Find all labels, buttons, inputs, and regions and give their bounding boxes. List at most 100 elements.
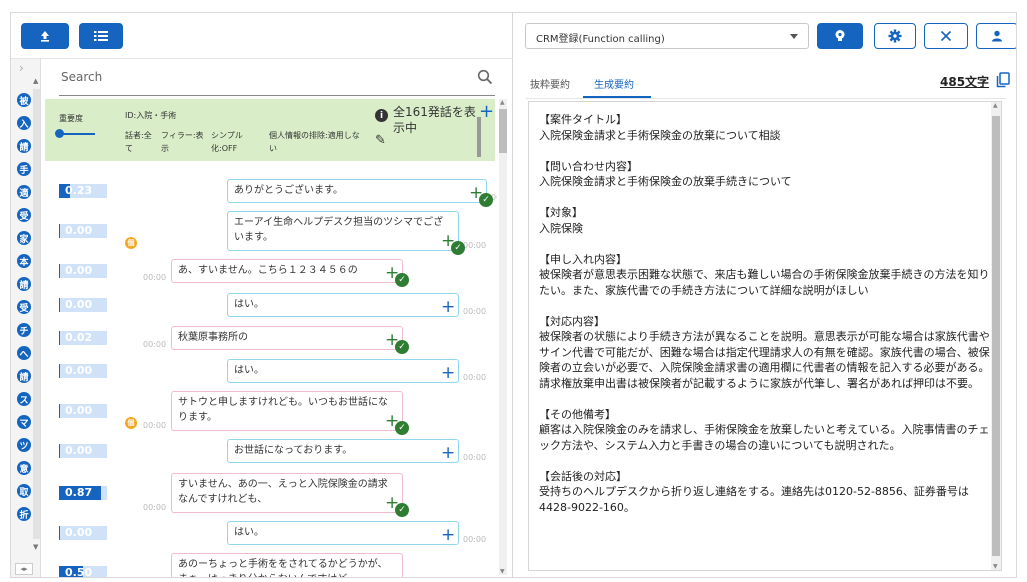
importance-slider-track[interactable] — [59, 133, 95, 135]
check-icon[interactable]: ✓ — [479, 193, 493, 207]
utterance-bubble[interactable]: お世話になっております。 — [227, 439, 459, 463]
user-icon — [992, 30, 1002, 42]
character-count: 485文字 — [940, 75, 990, 89]
rail-scroll-up-icon[interactable]: ▲ — [33, 77, 38, 85]
expand-chevron-icon[interactable]: › — [19, 61, 24, 75]
category-chip[interactable]: 意 — [17, 461, 31, 475]
summary-scrollbar[interactable]: ▲ ▼ — [991, 102, 1001, 570]
category-chip[interactable]: 請 — [17, 139, 31, 153]
utterance-bubble[interactable]: すいません、あの一、えっと入院保険金の請求なんですけれども、 — [171, 473, 403, 513]
utterance-bubble[interactable]: 秋葉原事務所の — [171, 326, 403, 350]
add-to-summary-icon[interactable]: + — [441, 299, 455, 316]
tab-generated-summary[interactable]: 生成要約 — [594, 76, 634, 91]
utterance-bubble[interactable]: あのーちょっと手術ををされてるかどうかが、まぁ、はっきり分からないんですけど。 — [171, 553, 403, 577]
importance-value: 0.00 — [65, 264, 93, 277]
utterance-bubble[interactable]: はい。 — [227, 359, 459, 383]
utterance-bubble[interactable]: サトウと申しますけれども。いつもお世話になります。 — [171, 391, 403, 431]
list-view-button[interactable] — [79, 23, 123, 49]
category-rail: › 被入請手適受家本請受チへ請スマツ意取折 ▲ ▼ ◂▸ — [11, 59, 41, 577]
category-chip[interactable]: 家 — [17, 231, 31, 245]
rail-horizontal-scroll[interactable]: ◂▸ — [15, 563, 33, 575]
category-chip[interactable]: 手 — [17, 162, 31, 176]
rail-scroll-down-icon[interactable]: ▼ — [33, 543, 38, 551]
utterance-row[interactable]: 0.00 はい。 00:00 + — [41, 293, 497, 317]
importance-score: 0.00 — [59, 444, 107, 458]
importance-slider-handle[interactable] — [55, 129, 64, 138]
check-icon[interactable]: ✓ — [451, 241, 465, 255]
category-chip[interactable]: 本 — [17, 254, 31, 268]
check-icon[interactable]: ✓ — [395, 273, 409, 287]
upload-button[interactable] — [21, 23, 69, 49]
importance-bar — [59, 298, 60, 312]
filter-panel-scroll-thumb[interactable] — [477, 117, 481, 157]
category-chip[interactable]: 折 — [17, 507, 31, 521]
utterance-bubble[interactable]: はい。 — [227, 521, 459, 545]
summary-text[interactable]: 【案件タイトル】 入院保険金請求と手術保険金の放棄について相談 【問い合わせ内容… — [539, 112, 991, 515]
category-chip[interactable]: チ — [17, 323, 31, 337]
gear-icon — [888, 29, 902, 43]
search-icon[interactable] — [477, 69, 493, 85]
utterance-row[interactable]: 0.50 あのーちょっと手術ををされてるかどうかが、まぁ、はっきり分からないんです… — [41, 553, 497, 578]
rail-scrollbar[interactable]: ▲ ▼ — [33, 77, 40, 551]
id-filter-label: ID:入院・手術 — [125, 111, 177, 120]
search-input[interactable]: Search — [61, 70, 102, 84]
category-chip[interactable]: 取 — [17, 484, 31, 498]
info-icon[interactable]: i — [375, 109, 388, 122]
add-all-icon[interactable]: + — [479, 101, 494, 122]
utterance-row[interactable]: 0.00 あ、すいません。こちら１２３４５６の 00:00 + ✓ — [41, 259, 497, 287]
utterance-bubble[interactable]: エーアイ生命ヘルプデスク担当のツシマでございます。 — [227, 211, 459, 251]
utterance-bubble[interactable]: あ、すいません。こちら１２３４５６の — [171, 259, 403, 283]
check-icon[interactable]: ✓ — [395, 421, 409, 435]
utterance-row[interactable]: 0.87 すいません、あの一、えっと入院保険金の請求なんですけれども、 00:00 +… — [41, 473, 497, 517]
add-to-summary-icon[interactable]: + — [441, 527, 455, 544]
pencil-icon[interactable]: ✎ — [375, 133, 386, 148]
check-icon[interactable]: ✓ — [395, 503, 409, 517]
add-to-summary-icon[interactable]: + — [441, 445, 455, 462]
transcript-scrollbar[interactable]: ▲ ▼ — [499, 99, 507, 575]
copy-icon[interactable] — [996, 72, 1010, 88]
category-chip[interactable]: ツ — [17, 438, 31, 452]
summary-panel: CRM登録(Function calling) 抜粋要約 生成要約 485文字 … — [514, 13, 1016, 577]
summary-scroll-up-icon[interactable]: ▲ — [993, 102, 998, 109]
utterance-bubble[interactable]: ありがとうございます。 — [227, 179, 487, 203]
importance-value: 0.00 — [65, 224, 93, 237]
utterance-bubble[interactable]: はい。 — [227, 293, 459, 317]
utterance-row[interactable]: 0.00 はい。 00:00 + — [41, 359, 497, 383]
settings-button[interactable] — [874, 23, 916, 49]
importance-score: 0.23 — [59, 184, 107, 198]
chevron-down-icon — [790, 34, 798, 39]
generate-button[interactable] — [817, 23, 863, 49]
category-chip[interactable]: へ — [17, 346, 31, 360]
importance-value: 0.23 — [65, 184, 93, 197]
user-button[interactable] — [976, 23, 1016, 49]
transcript-scroll-thumb[interactable] — [499, 109, 507, 153]
utterance-row[interactable]: 0.00 エーアイ生命ヘルプデスク担当のツシマでございます。 00:00 + ✓ 個 — [41, 211, 497, 255]
check-icon[interactable]: ✓ — [395, 340, 409, 354]
category-chip[interactable]: 請 — [17, 277, 31, 291]
category-chip[interactable]: 請 — [17, 369, 31, 383]
add-to-summary-icon[interactable]: + — [385, 575, 399, 578]
utterance-row[interactable]: 0.02 秋葉原事務所の 00:00 + ✓ — [41, 326, 497, 354]
category-chip[interactable]: 被 — [17, 93, 31, 107]
tab-excerpt-summary[interactable]: 抜粋要約 — [530, 76, 570, 91]
summary-textarea[interactable]: 【案件タイトル】 入院保険金請求と手術保険金の放棄について相談 【問い合わせ内容… — [528, 101, 1002, 571]
add-to-summary-icon[interactable]: + — [441, 365, 455, 382]
category-chip[interactable]: 入 — [17, 116, 31, 130]
utterance-list: 0.23 ありがとうございます。 00:00 + ✓ 0.00 エーアイ生命ヘルプデスク担当… — [41, 161, 497, 578]
category-chip[interactable]: マ — [17, 415, 31, 429]
close-button[interactable] — [924, 23, 968, 49]
utterance-row[interactable]: 0.00 お世話になっております。 00:00 + — [41, 439, 497, 463]
category-chip[interactable]: 適 — [17, 185, 31, 199]
category-chip[interactable]: 受 — [17, 208, 31, 222]
utterance-row[interactable]: 0.00 サトウと申しますけれども。いつもお世話になります。 00:00 + ✓ 個 — [41, 391, 497, 435]
transcript-scroll-down-icon[interactable]: ▼ — [500, 568, 505, 575]
search-field[interactable]: Search — [59, 66, 495, 96]
transcript-scroll-up-icon[interactable]: ▲ — [500, 99, 505, 106]
mode-select[interactable]: CRM登録(Function calling) — [525, 23, 809, 49]
summary-scroll-thumb[interactable] — [992, 116, 1000, 556]
utterance-row[interactable]: 0.23ありがとうございます。00:00+✓ — [41, 179, 497, 207]
category-chip[interactable]: 受 — [17, 300, 31, 314]
utterance-row[interactable]: 0.00 はい。 00:00 + — [41, 521, 497, 545]
summary-scroll-down-icon[interactable]: ▼ — [993, 563, 998, 570]
category-chip[interactable]: ス — [17, 392, 31, 406]
